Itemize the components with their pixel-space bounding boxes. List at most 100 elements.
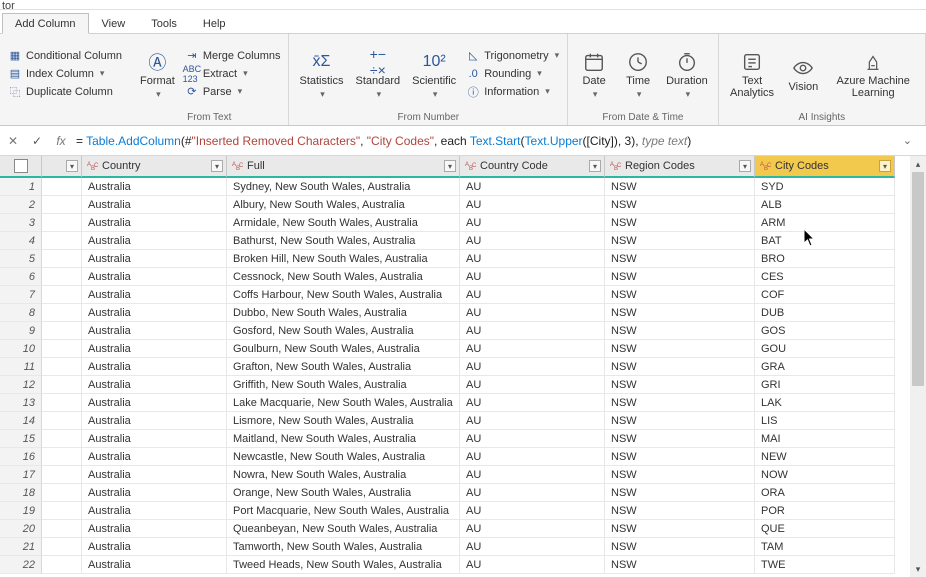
- cell-country[interactable]: Australia: [82, 448, 227, 466]
- cell-full[interactable]: Port Macquarie, New South Wales, Austral…: [227, 502, 460, 520]
- cell-full[interactable]: Coffs Harbour, New South Wales, Australi…: [227, 286, 460, 304]
- text-type-icon[interactable]: ABC: [464, 159, 478, 173]
- column-header[interactable]: ABCCity Codes▾: [755, 156, 895, 178]
- cell-full[interactable]: Broken Hill, New South Wales, Australia: [227, 250, 460, 268]
- cell-region-codes[interactable]: NSW: [605, 412, 755, 430]
- cell-region-codes[interactable]: NSW: [605, 376, 755, 394]
- scroll-down-arrow[interactable]: ▾: [910, 561, 926, 577]
- row-number[interactable]: 19: [0, 502, 42, 520]
- cell-city-codes[interactable]: GRA: [755, 358, 895, 376]
- cell-city-codes[interactable]: TAM: [755, 538, 895, 556]
- table-corner[interactable]: [0, 156, 42, 178]
- cell-full[interactable]: Dubbo, New South Wales, Australia: [227, 304, 460, 322]
- cell-full[interactable]: Griffith, New South Wales, Australia: [227, 376, 460, 394]
- cell-full[interactable]: Lake Macquarie, New South Wales, Austral…: [227, 394, 460, 412]
- cell-country[interactable]: Australia: [82, 538, 227, 556]
- duration-button[interactable]: Duration ▾: [662, 47, 712, 100]
- cell-full[interactable]: Nowra, New South Wales, Australia: [227, 466, 460, 484]
- cell-full[interactable]: Albury, New South Wales, Australia: [227, 196, 460, 214]
- cell-country-code[interactable]: AU: [460, 304, 605, 322]
- row-number[interactable]: 18: [0, 484, 42, 502]
- cell-region-codes[interactable]: NSW: [605, 466, 755, 484]
- tab-add-column[interactable]: Add Column: [2, 13, 89, 34]
- cell-region-codes[interactable]: NSW: [605, 286, 755, 304]
- cell-full[interactable]: Newcastle, New South Wales, Australia: [227, 448, 460, 466]
- cell-city-codes[interactable]: MAI: [755, 430, 895, 448]
- filter-icon[interactable]: ▾: [66, 160, 78, 172]
- cell-city-codes[interactable]: SYD: [755, 178, 895, 196]
- cell-country-code[interactable]: AU: [460, 286, 605, 304]
- cell-region-codes[interactable]: NSW: [605, 340, 755, 358]
- row-number[interactable]: 3: [0, 214, 42, 232]
- expand-formula-icon[interactable]: ⌄: [899, 134, 916, 147]
- row-number[interactable]: 7: [0, 286, 42, 304]
- index-column-button[interactable]: ▤ Index Column▾: [6, 66, 124, 82]
- conditional-column-button[interactable]: ▦ Conditional Column: [6, 48, 124, 64]
- cell-full[interactable]: Goulburn, New South Wales, Australia: [227, 340, 460, 358]
- cell-country[interactable]: Australia: [82, 304, 227, 322]
- cell-region-codes[interactable]: NSW: [605, 214, 755, 232]
- cell-city-codes[interactable]: ALB: [755, 196, 895, 214]
- filter-icon[interactable]: ▾: [739, 160, 751, 172]
- cell-full[interactable]: Maitland, New South Wales, Australia: [227, 430, 460, 448]
- cell-country[interactable]: Australia: [82, 178, 227, 196]
- cell-full[interactable]: Grafton, New South Wales, Australia: [227, 358, 460, 376]
- vision-button[interactable]: Vision: [783, 53, 823, 94]
- statistics-button[interactable]: x̄Σ Statistics ▾: [295, 47, 347, 100]
- scroll-up-arrow[interactable]: ▴: [910, 156, 926, 172]
- cell-region-codes[interactable]: NSW: [605, 448, 755, 466]
- date-button[interactable]: Date ▾: [574, 47, 614, 100]
- cell-city-codes[interactable]: GOU: [755, 340, 895, 358]
- cell-country[interactable]: Australia: [82, 502, 227, 520]
- row-number[interactable]: 5: [0, 250, 42, 268]
- cell-region-codes[interactable]: NSW: [605, 232, 755, 250]
- extract-button[interactable]: ABC123 Extract▾: [183, 66, 283, 82]
- cell-country-code[interactable]: AU: [460, 538, 605, 556]
- cell-country[interactable]: Australia: [82, 286, 227, 304]
- cell-city-codes[interactable]: COF: [755, 286, 895, 304]
- cell-full[interactable]: Queanbeyan, New South Wales, Australia: [227, 520, 460, 538]
- cell-full[interactable]: Tamworth, New South Wales, Australia: [227, 538, 460, 556]
- cell-city-codes[interactable]: GOS: [755, 322, 895, 340]
- cell-city-codes[interactable]: CES: [755, 268, 895, 286]
- cell-city-codes[interactable]: BAT: [755, 232, 895, 250]
- cell-city-codes[interactable]: TWE: [755, 556, 895, 574]
- cell-city-codes[interactable]: POR: [755, 502, 895, 520]
- cell-city-codes[interactable]: GRI: [755, 376, 895, 394]
- cell-region-codes[interactable]: NSW: [605, 484, 755, 502]
- tab-help[interactable]: Help: [190, 13, 239, 33]
- cell-country-code[interactable]: AU: [460, 214, 605, 232]
- cell-country[interactable]: Australia: [82, 376, 227, 394]
- cell-region-codes[interactable]: NSW: [605, 502, 755, 520]
- cell-country[interactable]: Australia: [82, 250, 227, 268]
- row-number[interactable]: 6: [0, 268, 42, 286]
- row-number[interactable]: 4: [0, 232, 42, 250]
- cell-region-codes[interactable]: NSW: [605, 250, 755, 268]
- cell-country[interactable]: Australia: [82, 394, 227, 412]
- row-number[interactable]: 1: [0, 178, 42, 196]
- merge-columns-button[interactable]: ⇥ Merge Columns: [183, 48, 283, 64]
- row-number[interactable]: 10: [0, 340, 42, 358]
- column-header[interactable]: ABCCountry▾: [82, 156, 227, 178]
- cell-full[interactable]: Orange, New South Wales, Australia: [227, 484, 460, 502]
- cell-country[interactable]: Australia: [82, 196, 227, 214]
- cell-region-codes[interactable]: NSW: [605, 322, 755, 340]
- cell-country-code[interactable]: AU: [460, 412, 605, 430]
- cell-country-code[interactable]: AU: [460, 484, 605, 502]
- cell-country-code[interactable]: AU: [460, 466, 605, 484]
- cell-region-codes[interactable]: NSW: [605, 520, 755, 538]
- cell-country-code[interactable]: AU: [460, 340, 605, 358]
- cell-country[interactable]: Australia: [82, 232, 227, 250]
- scroll-thumb[interactable]: [912, 172, 924, 386]
- cell-city-codes[interactable]: ORA: [755, 484, 895, 502]
- cell-full[interactable]: Lismore, New South Wales, Australia: [227, 412, 460, 430]
- column-header[interactable]: ABCCountry Code▾: [460, 156, 605, 178]
- row-number[interactable]: 16: [0, 448, 42, 466]
- cell-city-codes[interactable]: LIS: [755, 412, 895, 430]
- row-number[interactable]: 22: [0, 556, 42, 574]
- row-number[interactable]: 20: [0, 520, 42, 538]
- cell-country[interactable]: Australia: [82, 520, 227, 538]
- cell-country[interactable]: Australia: [82, 412, 227, 430]
- cell-city-codes[interactable]: DUB: [755, 304, 895, 322]
- cell-country-code[interactable]: AU: [460, 196, 605, 214]
